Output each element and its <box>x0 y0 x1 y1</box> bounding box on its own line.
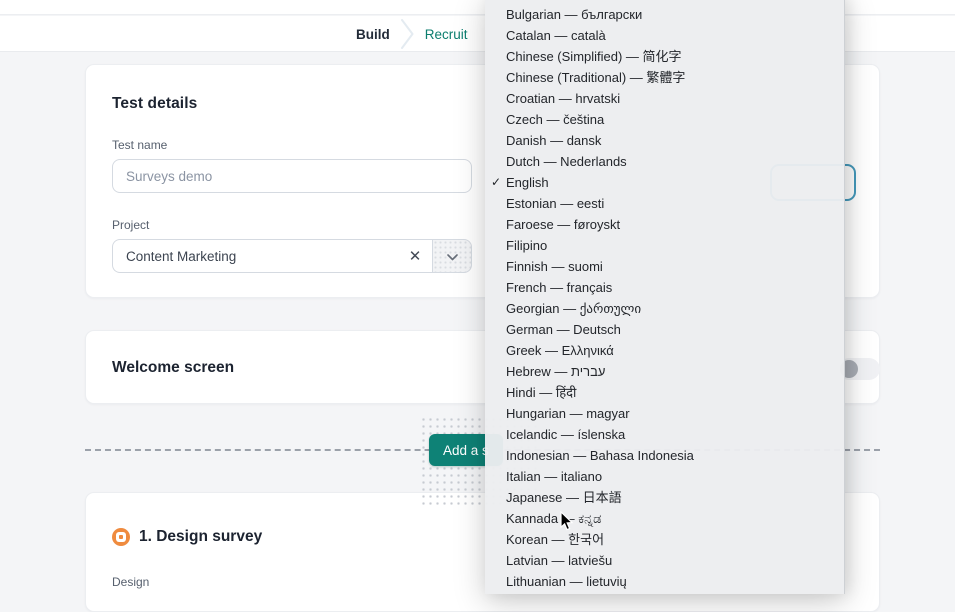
language-option[interactable]: Czech — čeština <box>485 109 844 130</box>
language-option[interactable]: Chinese (Simplified) — 简化字 <box>485 46 844 67</box>
language-option-label: Bulgarian — български <box>506 7 642 22</box>
language-option[interactable]: Hebrew — עברית <box>485 361 844 382</box>
language-option-label: Catalan — català <box>506 28 606 43</box>
design-survey-title: 1. Design survey <box>139 528 262 546</box>
language-option-label: Hungarian — magyar <box>506 406 630 421</box>
language-option-label: Finnish — suomi <box>506 259 603 274</box>
language-option-label: Kannada — ಕನ್ನಡ <box>506 511 601 526</box>
breadcrumb-chevron-icon <box>401 19 414 49</box>
language-option-label: Danish — dansk <box>506 133 601 148</box>
language-option[interactable]: Icelandic — íslenska <box>485 424 844 445</box>
language-option[interactable]: Hungarian — magyar <box>485 403 844 424</box>
language-option-label: Chinese (Traditional) — 繁體字 <box>506 70 685 85</box>
survey-block-icon <box>112 528 130 546</box>
language-option[interactable]: Latvian — latviešu <box>485 550 844 571</box>
language-option-label: Croatian — hrvatski <box>506 91 620 106</box>
project-field: ✕ <box>112 239 472 273</box>
language-option-label: French — français <box>506 280 612 295</box>
project-input-wrap: ✕ <box>112 239 432 273</box>
language-option[interactable]: ✓ English <box>485 172 844 193</box>
language-option[interactable]: Georgian — ქართული <box>485 298 844 319</box>
language-option-label: Hebrew — עברית <box>506 364 605 379</box>
language-option-label: Indonesian — Bahasa Indonesia <box>506 448 694 463</box>
language-option[interactable]: French — français <box>485 277 844 298</box>
language-option[interactable]: Danish — dansk <box>485 130 844 151</box>
language-option[interactable]: Estonian — eesti <box>485 193 844 214</box>
language-option[interactable]: Lithuanian — lietuvių <box>485 571 844 592</box>
language-option-label: Korean — 한국어 <box>506 532 604 547</box>
project-input[interactable] <box>113 249 432 264</box>
survey-builder-page: { "nav": { "build_label": "Build", "recr… <box>0 0 955 583</box>
language-option[interactable]: Chinese (Traditional) — 繁體字 <box>485 67 844 88</box>
language-option[interactable]: Korean — 한국어 <box>485 529 844 550</box>
language-dropdown-menu: Bulgarian — български Catalan — català C… <box>485 0 845 594</box>
language-option-label: Japanese — 日本語 <box>506 490 622 505</box>
language-option-list: Bulgarian — български Catalan — català C… <box>485 4 844 592</box>
language-option[interactable]: Finnish — suomi <box>485 256 844 277</box>
test-name-input[interactable] <box>112 159 472 193</box>
language-option[interactable]: Croatian — hrvatski <box>485 88 844 109</box>
language-option[interactable]: Hindi — हिंदी <box>485 382 844 403</box>
project-dropdown-button[interactable] <box>432 239 472 273</box>
language-option[interactable]: Dutch — Nederlands <box>485 151 844 172</box>
language-option[interactable]: Bulgarian — български <box>485 4 844 25</box>
language-option-label: Estonian — eesti <box>506 196 604 211</box>
language-option[interactable]: Greek — Ελληνικά <box>485 340 844 361</box>
language-option-label: Filipino <box>506 238 547 253</box>
language-option-label: Italian — italiano <box>506 469 602 484</box>
tab-recruit[interactable]: Recruit <box>425 27 468 42</box>
language-option[interactable]: Indonesian — Bahasa Indonesia <box>485 445 844 466</box>
language-option-label: German — Deutsch <box>506 322 621 337</box>
language-option[interactable]: Filipino <box>485 235 844 256</box>
language-option-label: Faroese — føroyskt <box>506 217 620 232</box>
chevron-down-icon <box>447 249 458 264</box>
language-option-label: Greek — Ελληνικά <box>506 343 614 358</box>
check-icon: ✓ <box>491 172 505 193</box>
language-option[interactable]: Faroese — føroyskt <box>485 214 844 235</box>
language-option[interactable]: Italian — italiano <box>485 466 844 487</box>
welcome-screen-title: Welcome screen <box>112 359 234 377</box>
language-option-label: Dutch — Nederlands <box>506 154 627 169</box>
clear-project-icon[interactable]: ✕ <box>402 243 428 269</box>
language-option[interactable]: Japanese — 日本語 <box>485 487 844 508</box>
language-option-label: Chinese (Simplified) — 简化字 <box>506 49 682 64</box>
language-option-label: English <box>506 175 549 190</box>
language-option[interactable]: Kannada — ಕನ್ನಡ <box>485 508 844 529</box>
language-option[interactable]: Catalan — català <box>485 25 844 46</box>
language-option-label: Icelandic — íslenska <box>506 427 625 442</box>
language-option-label: Latvian — latviešu <box>506 553 612 568</box>
language-option-label: Hindi — हिंदी <box>506 385 576 400</box>
language-option-label: Georgian — ქართული <box>506 301 641 316</box>
language-option[interactable]: German — Deutsch <box>485 319 844 340</box>
tab-build[interactable]: Build <box>356 27 390 42</box>
language-option-label: Czech — čeština <box>506 112 604 127</box>
nav-tabs: Build Recruit <box>356 16 468 52</box>
language-option-label: Lithuanian — lietuvių <box>506 574 627 589</box>
